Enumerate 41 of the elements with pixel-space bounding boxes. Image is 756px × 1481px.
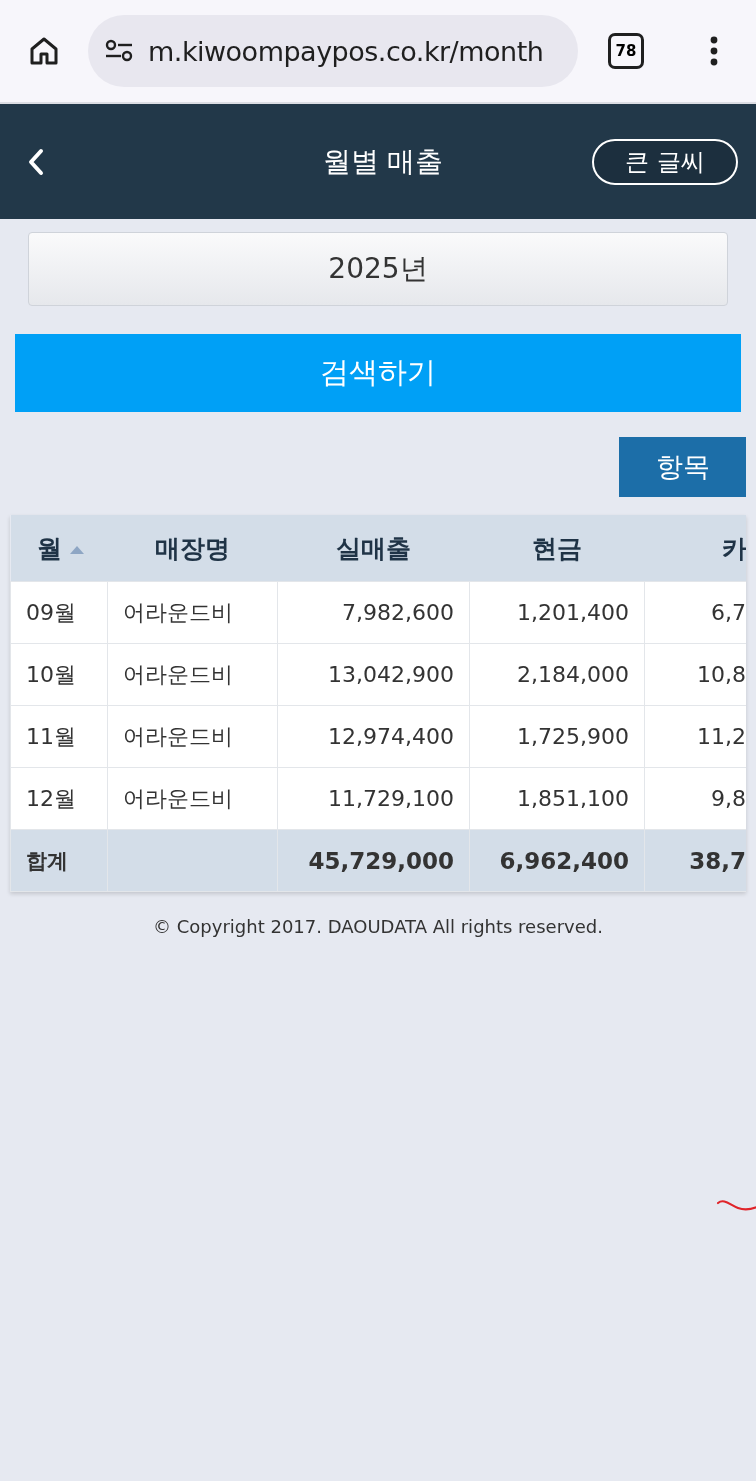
table-cell: 10,8 [697, 662, 746, 687]
column-header[interactable]: 현금 [469, 515, 645, 582]
copyright-text: © Copyright 2017. DAOUDATA All rights reserved. [152, 916, 604, 937]
total-cell: 6,962,400 [499, 847, 629, 874]
table-cell: 10월 [26, 661, 76, 687]
columns-button[interactable]: 항목 [619, 437, 746, 497]
tab-count-button[interactable]: 78 [608, 33, 644, 69]
table-cell: 1,725,900 [517, 724, 629, 749]
table-cell: 1,201,400 [517, 600, 629, 625]
page-title: 월별 매출 [322, 143, 444, 180]
table-cell: 11월 [26, 723, 76, 749]
table-cell: 2,184,000 [517, 662, 629, 687]
back-icon[interactable] [28, 147, 44, 176]
total-cell: 38,7 [689, 847, 746, 874]
table-cell: 11,729,100 [328, 786, 454, 811]
column-header[interactable]: 매장명 [107, 515, 278, 582]
table-cell: 어라운드비 [123, 785, 233, 811]
table-cell: 09월 [26, 599, 76, 625]
site-settings-icon[interactable] [104, 39, 134, 63]
address-bar[interactable]: m.kiwoompaypos.co.kr/month [88, 15, 578, 87]
table-cell: 12,974,400 [328, 724, 454, 749]
column-header[interactable]: 월 [10, 515, 108, 582]
table-cell: 7,982,600 [342, 600, 454, 625]
total-cell: 45,729,000 [308, 847, 454, 874]
table-cell: 어라운드비 [123, 661, 233, 687]
table-cell: 6,7 [711, 600, 746, 625]
table-cell: 어라운드비 [123, 723, 233, 749]
table-cell: 13,042,900 [328, 662, 454, 687]
table-cell: 9,8 [711, 786, 746, 811]
large-text-button[interactable]: 큰 글씨 [592, 138, 738, 185]
year-select[interactable]: 2025년 [28, 232, 728, 306]
table-cell: 어라운드비 [123, 599, 233, 625]
column-header[interactable]: 실매출 [277, 515, 470, 582]
table-cell: 11,2 [697, 724, 746, 749]
home-icon[interactable] [28, 35, 60, 67]
table-cell: 1,851,100 [517, 786, 629, 811]
pen-stroke-mark [716, 1197, 756, 1213]
table-cell: 12월 [26, 785, 76, 811]
more-menu-icon[interactable] [710, 36, 718, 66]
total-label: 합계 [26, 848, 68, 873]
column-header[interactable]: 카 [644, 515, 746, 582]
